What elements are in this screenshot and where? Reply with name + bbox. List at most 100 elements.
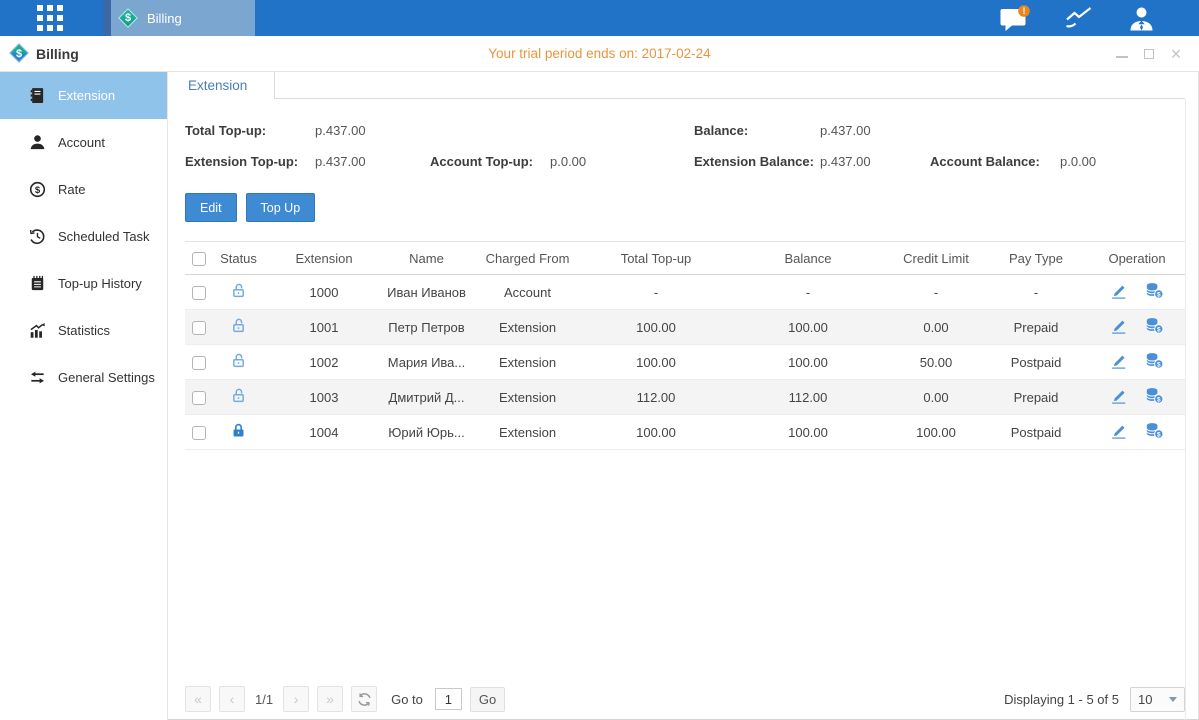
maximize-button[interactable] <box>1142 47 1156 61</box>
col-credit-limit: Credit Limit <box>889 242 983 275</box>
goto-label: Go to <box>391 692 423 707</box>
sidebar-item-label: Account <box>58 135 105 150</box>
notifications-icon[interactable]: ! <box>999 5 1030 32</box>
cell-pay-type: Postpaid <box>983 415 1089 450</box>
page-size-select[interactable]: 10 <box>1130 687 1185 712</box>
apps-menu-icon[interactable] <box>37 5 63 31</box>
notebook-icon <box>29 275 46 292</box>
table-row: 1002Мария Ива...Extension100.00100.0050.… <box>185 345 1185 380</box>
status-locked <box>230 422 247 439</box>
top-up-row-icon: $ <box>1145 282 1164 299</box>
row-checkbox[interactable] <box>192 391 206 405</box>
account-balance-value: p.0.00 <box>1060 154 1096 169</box>
table-row: 1001Петр ПетровExtension100.00100.000.00… <box>185 310 1185 345</box>
svg-text:$: $ <box>1157 431 1161 438</box>
last-page-button[interactable]: » <box>317 686 343 712</box>
sidebar: Extension Account $ Rate <box>0 72 168 720</box>
cell-total-topup: 112.00 <box>585 380 727 415</box>
top-up-row-icon: $ <box>1145 387 1164 404</box>
sidebar-item-label: Extension <box>58 88 115 103</box>
balance-summary: Total Top-up: p.437.00 Extension Top-up:… <box>185 115 1185 177</box>
cell-balance: 112.00 <box>727 380 889 415</box>
cell-name: Петр Петров <box>383 310 470 345</box>
top-up-row-icon: $ <box>1145 317 1164 334</box>
cell-name: Юрий Юрь... <box>383 415 470 450</box>
row-topup-button[interactable]: $ <box>1145 387 1164 404</box>
row-topup-button[interactable]: $ <box>1145 422 1164 439</box>
top-up-button[interactable]: Top Up <box>246 193 316 222</box>
row-checkbox[interactable] <box>192 286 206 300</box>
cell-charged-from: Account <box>470 275 585 310</box>
col-name: Name <box>383 242 470 275</box>
sidebar-item-statistics[interactable]: Statistics <box>0 307 167 354</box>
col-pay-type: Pay Type <box>983 242 1089 275</box>
person-icon <box>29 134 46 151</box>
status-unlocked <box>230 282 247 299</box>
prev-page-button[interactable]: ‹ <box>219 686 245 712</box>
app-tab-billing[interactable]: $ Billing <box>103 0 255 36</box>
page-indicator: 1/1 <box>255 692 273 707</box>
cell-charged-from: Extension <box>470 380 585 415</box>
minimize-button[interactable] <box>1115 47 1129 61</box>
go-button[interactable]: Go <box>470 687 505 712</box>
sidebar-item-topup-history[interactable]: Top-up History <box>0 260 167 307</box>
billing-window-icon: $ <box>9 44 29 64</box>
cell-total-topup: 100.00 <box>585 310 727 345</box>
window-titlebar: $ Billing Your trial period ends on: 201… <box>0 36 1199 72</box>
sidebar-item-scheduled-task[interactable]: Scheduled Task <box>0 213 167 260</box>
cell-extension: 1000 <box>265 275 383 310</box>
locked-icon <box>230 422 247 439</box>
cell-extension: 1004 <box>265 415 383 450</box>
row-checkbox[interactable] <box>192 356 206 370</box>
extension-table-body: 1000Иван ИвановAccount----$1001Петр Петр… <box>185 275 1185 450</box>
col-operation: Operation <box>1089 242 1185 275</box>
row-checkbox[interactable] <box>192 426 206 440</box>
table-row: 1003Дмитрий Д...Extension112.00112.000.0… <box>185 380 1185 415</box>
tab-extension[interactable]: Extension <box>185 72 275 99</box>
row-topup-button[interactable]: $ <box>1145 352 1164 369</box>
row-topup-button[interactable]: $ <box>1145 317 1164 334</box>
balance-label: Balance: <box>694 123 820 138</box>
refresh-button[interactable] <box>351 686 377 712</box>
close-button[interactable]: × <box>1169 47 1183 61</box>
sidebar-item-account[interactable]: Account <box>0 119 167 166</box>
row-edit-button[interactable] <box>1110 317 1127 334</box>
edit-row-icon <box>1110 352 1127 369</box>
user-menu-icon[interactable] <box>1128 5 1155 32</box>
col-status: Status <box>212 242 265 275</box>
cell-total-topup: 100.00 <box>585 415 727 450</box>
cell-charged-from: Extension <box>470 415 585 450</box>
cell-pay-type: - <box>983 275 1089 310</box>
account-topup-label: Account Top-up: <box>430 154 550 169</box>
col-extension: Extension <box>265 242 383 275</box>
unlocked-icon <box>230 282 247 299</box>
edit-button[interactable]: Edit <box>185 193 237 222</box>
goto-page-input[interactable] <box>435 688 462 710</box>
row-edit-button[interactable] <box>1110 282 1127 299</box>
resource-monitor-icon[interactable] <box>1064 5 1094 31</box>
displaying-text: Displaying 1 - 5 of 5 <box>1004 692 1119 707</box>
first-page-button[interactable]: « <box>185 686 211 712</box>
bar-chart-icon <box>29 322 46 339</box>
extension-balance-label: Extension Balance: <box>694 154 820 169</box>
svg-text:$: $ <box>35 185 41 196</box>
cell-credit-limit: - <box>889 275 983 310</box>
cell-credit-limit: 0.00 <box>889 380 983 415</box>
sidebar-item-rate[interactable]: $ Rate <box>0 166 167 213</box>
extension-table: Status Extension Name Charged From Total… <box>185 241 1185 450</box>
total-topup-label: Total Top-up: <box>185 123 315 138</box>
edit-row-icon <box>1110 387 1127 404</box>
cell-extension: 1001 <box>265 310 383 345</box>
sidebar-item-general-settings[interactable]: General Settings <box>0 354 167 401</box>
row-topup-button[interactable]: $ <box>1145 282 1164 299</box>
next-page-button[interactable]: › <box>283 686 309 712</box>
sidebar-item-extension[interactable]: Extension <box>0 72 167 119</box>
row-edit-button[interactable] <box>1110 387 1127 404</box>
select-all-checkbox[interactable] <box>192 252 206 266</box>
status-unlocked <box>230 317 247 334</box>
cell-pay-type: Postpaid <box>983 345 1089 380</box>
row-checkbox[interactable] <box>192 321 206 335</box>
extension-balance-value: p.437.00 <box>820 154 930 169</box>
row-edit-button[interactable] <box>1110 352 1127 369</box>
row-edit-button[interactable] <box>1110 422 1127 439</box>
